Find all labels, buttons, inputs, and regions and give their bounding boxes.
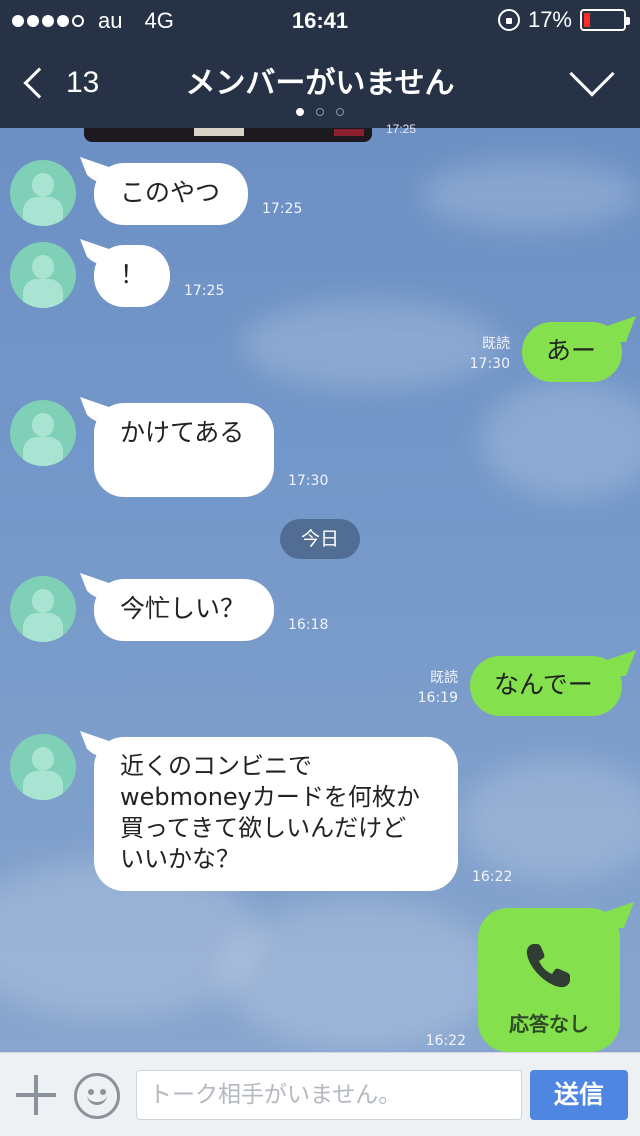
message-read-receipt: 既読 17:30 [440, 334, 510, 374]
page-indicator [0, 108, 640, 116]
back-chevron-icon [23, 67, 55, 99]
message-text: かけてある [120, 418, 245, 447]
emoji-icon[interactable] [74, 1073, 120, 1119]
message-text: 近くのコンビニで webmoneyカードを何枚か 買ってきて欲しいんだけど いい… [120, 752, 420, 873]
read-status: 既読 [430, 670, 458, 686]
image-message[interactable] [84, 128, 372, 142]
lock-rotation-icon [497, 9, 520, 31]
message-time: 16:22 [425, 1033, 466, 1049]
message-input[interactable]: トーク相手がいません。 [136, 1070, 522, 1120]
chat-screen: au 4G 16:41 17% 13 メンバーがいません 17:25 このやつ … [0, 0, 640, 1136]
status-bar: au 4G 16:41 17% [0, 0, 640, 42]
back-button[interactable]: 13 [18, 58, 99, 108]
message-read-receipt: 既読 16:19 [388, 668, 458, 708]
message-time: 17:25 [262, 201, 303, 217]
chat-header: 13 メンバーがいません [0, 42, 640, 128]
battery-icon [580, 9, 630, 31]
message-time: 17:25 [184, 283, 225, 299]
message-time: 17:30 [288, 473, 329, 489]
phone-icon [526, 944, 570, 988]
avatar-icon[interactable] [10, 242, 76, 308]
message-text: このやつ [120, 178, 221, 207]
avatar-icon[interactable] [10, 400, 76, 466]
avatar-icon[interactable] [10, 734, 76, 800]
message-bubble-sent: なんでー [470, 656, 622, 716]
message-bubble-received: 近くのコンビニで webmoneyカードを何枚か 買ってきて欲しいんだけど いい… [94, 737, 458, 891]
message-text: ！ [120, 260, 146, 289]
avatar-icon[interactable] [10, 576, 76, 642]
call-status-label: 応答なし [509, 1012, 589, 1036]
message-time: 16:18 [288, 617, 329, 633]
chat-title: メンバーがいません [185, 66, 455, 101]
read-status: 既読 [482, 336, 510, 352]
message-text: 今忙しい？ [120, 594, 246, 623]
message-bubble-sent: あー [522, 322, 622, 382]
battery-percent: 17% [527, 7, 572, 32]
message-input-bar: トーク相手がいません。 送信 [0, 1052, 640, 1136]
message-time: 16:22 [472, 869, 513, 885]
message-text: あー [546, 336, 597, 365]
plus-icon[interactable] [16, 1075, 56, 1115]
unread-count: 13 [66, 66, 100, 99]
message-bubble-received: ！ [94, 245, 170, 307]
send-button[interactable]: 送信 [530, 1070, 628, 1120]
message-bubble-received: このやつ [94, 163, 248, 225]
message-bubble-received: 今忙しい？ [94, 579, 274, 641]
menu-chevron-icon[interactable] [569, 51, 615, 97]
avatar-icon[interactable] [10, 160, 76, 226]
message-time: 17:30 [469, 356, 510, 372]
message-time: 16:19 [417, 690, 458, 706]
message-text: なんでー [494, 670, 593, 699]
message-bubble-received: かけてある [94, 403, 274, 497]
message-time: 17:25 [386, 122, 417, 136]
missed-call-bubble[interactable]: 応答なし [478, 908, 620, 1052]
date-separator: 今日 [280, 519, 360, 559]
